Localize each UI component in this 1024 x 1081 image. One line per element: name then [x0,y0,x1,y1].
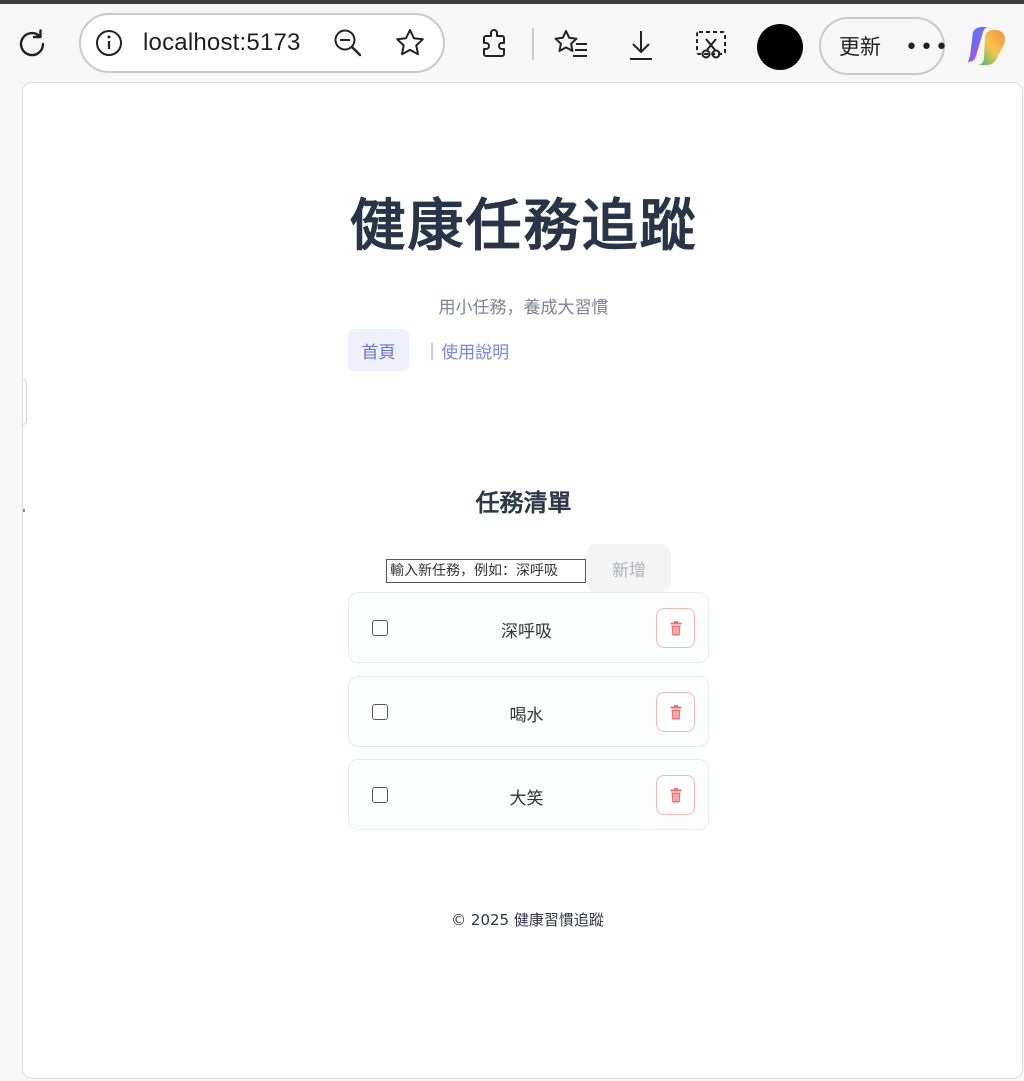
info-icon[interactable] [95,29,123,57]
task-item: 喝水 [348,676,709,747]
app-subtitle: 用小任務，養成大習慣 [438,298,609,318]
screenshot-icon[interactable] [692,26,730,64]
nav-separator: | [429,339,436,361]
trash-icon [670,620,681,635]
trash-icon [670,787,681,802]
task-text: 深呼吸 [501,622,552,642]
main-nav: 首頁 | 使用說明 [348,329,509,371]
extensions-icon[interactable] [476,26,512,62]
task-item: 大笑 [348,759,709,830]
nav-help-link[interactable]: 使用說明 [441,338,509,363]
update-button[interactable]: 更新 ••• [819,17,948,75]
url-text[interactable]: localhost:5173 [143,29,301,57]
add-task-button[interactable]: 新增 [587,544,671,592]
page-footer: © 2025 健康習慣追蹤 [451,911,604,929]
app-title: 健康任務追蹤 [349,194,698,259]
task-checkbox[interactable] [372,704,388,720]
task-text: 喝水 [509,706,544,726]
copilot-icon[interactable] [963,24,1011,70]
download-icon[interactable] [622,26,660,64]
star-icon[interactable] [394,27,426,59]
delete-task-button[interactable] [656,692,695,732]
task-list-heading: 任務清單 [475,489,572,517]
new-task-input[interactable] [386,559,586,583]
profile-avatar[interactable] [757,24,803,70]
more-menu-icon[interactable]: ••• [905,35,950,60]
browser-toolbar: localhost:5173 更新 ••• [0,4,1024,82]
task-checkbox[interactable] [372,787,388,803]
side-panel-handle[interactable] [23,379,27,425]
task-text: 大笑 [509,789,544,809]
delete-task-button[interactable] [656,775,695,815]
app-page: 健康任務追蹤 用小任務，養成大習慣 首頁 | 使用說明 任務清單 新增 深呼吸 … [22,82,1023,1079]
update-label: 更新 [839,35,881,59]
task-checkbox[interactable] [372,620,388,636]
reload-icon[interactable] [12,24,52,64]
zoom-out-icon[interactable] [333,28,363,58]
nav-home-link[interactable]: 首頁 [348,329,409,371]
toolbar-divider [532,28,534,60]
address-bar[interactable]: localhost:5173 [79,13,445,73]
favorites-icon[interactable] [552,26,590,64]
delete-task-button[interactable] [656,608,695,648]
task-item: 深呼吸 [348,592,709,663]
trash-icon [670,704,681,719]
